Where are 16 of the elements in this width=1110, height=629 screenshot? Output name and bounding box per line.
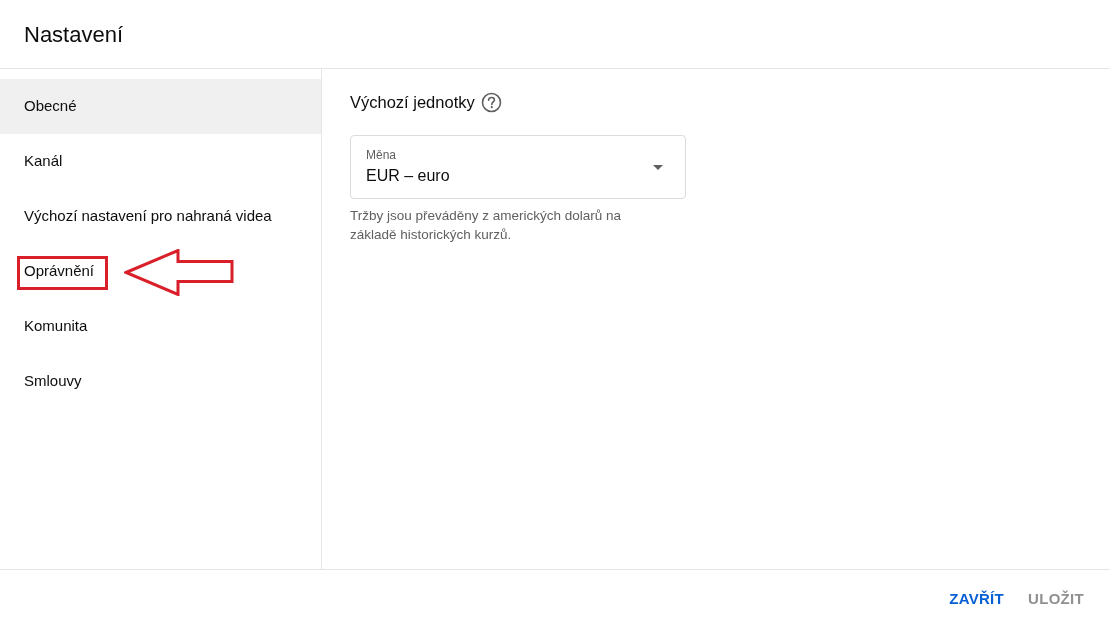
sidebar-item[interactable]: Obecné bbox=[0, 79, 321, 134]
sidebar-item[interactable]: Smlouvy bbox=[0, 354, 321, 409]
dialog-button[interactable]: ZAVŘÍT bbox=[939, 581, 1015, 618]
sidebar-item[interactable]: Kanál bbox=[0, 134, 321, 189]
arrow-icon bbox=[124, 249, 234, 296]
help-icon[interactable] bbox=[480, 91, 502, 113]
caret-icon bbox=[653, 164, 663, 170]
dropdown-label: Měna bbox=[366, 147, 398, 163]
currency-dropdown[interactable]: Měna EUR – euro bbox=[350, 135, 686, 199]
sidebar-item[interactable]: Oprávnění bbox=[0, 244, 321, 299]
sidebar-item[interactable]: Výchozí nastavení pro nahraná videa bbox=[0, 189, 321, 244]
window-title: Nastavení bbox=[24, 20, 124, 49]
helper-text: Tržby jsou převáděny z amerických dolarů na základě historických kurzů. bbox=[350, 207, 623, 244]
sidebar-item[interactable]: Komunita bbox=[0, 299, 321, 354]
dropdown-value: EUR – euro bbox=[366, 166, 451, 186]
section-title: Výchozí jednotky bbox=[350, 91, 475, 113]
